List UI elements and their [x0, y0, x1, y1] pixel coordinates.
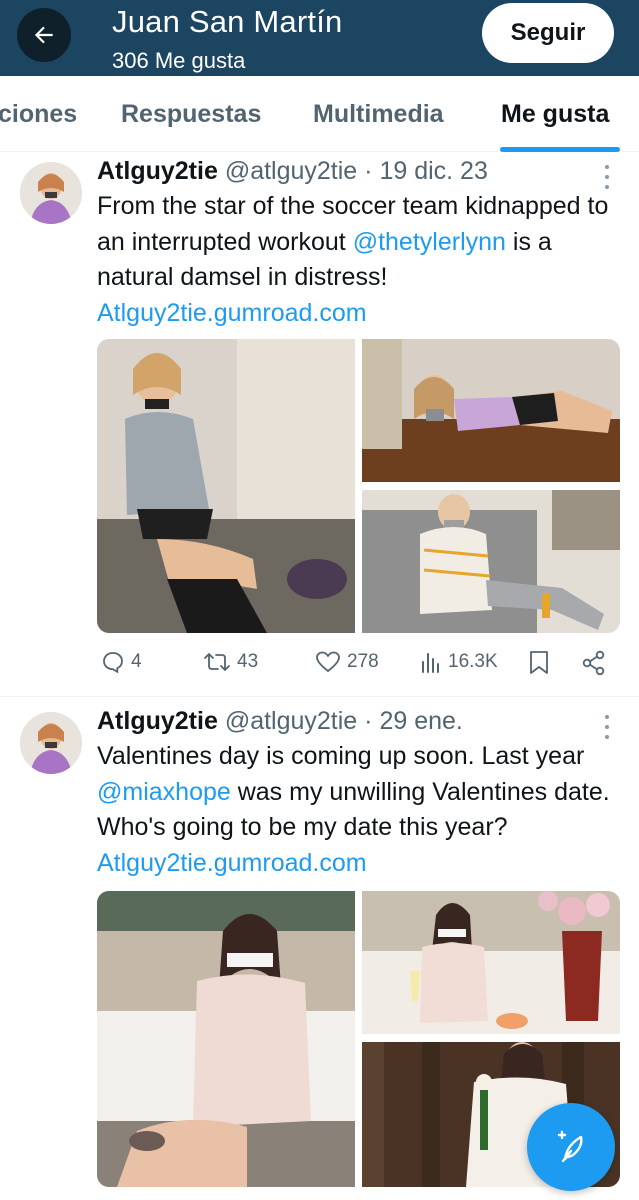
media-image[interactable] [362, 490, 620, 633]
views-icon [422, 653, 439, 673]
media-image[interactable] [362, 891, 620, 1034]
author-handle[interactable]: @atlguy2tie [225, 157, 357, 185]
follow-button[interactable]: Seguir [482, 3, 614, 63]
avatar[interactable] [20, 712, 82, 774]
meta-separator: · [357, 157, 380, 185]
bookmark-button[interactable] [528, 650, 550, 676]
compose-button[interactable] [527, 1103, 615, 1191]
author-name[interactable]: Atlguy2tie [97, 707, 218, 735]
like-button[interactable]: 278 [315, 650, 379, 674]
repost-button[interactable]: 43 [203, 650, 258, 674]
tweet-date[interactable]: 29 ene. [379, 707, 462, 735]
share-icon [582, 650, 605, 676]
reply-count: 4 [131, 651, 142, 672]
bookmark-icon [530, 651, 548, 674]
repost-count: 43 [237, 651, 259, 672]
arrow-left-icon [34, 26, 53, 44]
tweet-header: Atlguy2tie @atlguy2tie · 29 ene. [97, 707, 463, 736]
compose-icon [557, 1130, 583, 1163]
views-count: 16.3K [448, 651, 498, 672]
tweet-date[interactable]: 19 dic. 23 [379, 157, 487, 185]
tab-mentions[interactable]: ciones [0, 100, 77, 129]
tweet-actions: 4 43 278 16.3K [97, 650, 617, 680]
more-icon[interactable] [600, 715, 614, 739]
heart-icon [316, 651, 340, 673]
reply-icon [103, 652, 123, 674]
tweet-text: Valentines day is coming up soon. Last y… [97, 739, 617, 881]
avatar[interactable] [20, 162, 82, 224]
likes-count: 306 Me gusta [112, 48, 246, 73]
tab-media[interactable]: Multimedia [313, 100, 444, 129]
profile-name: Juan San Martín [112, 4, 343, 39]
tweet-header: Atlguy2tie @atlguy2tie · 19 dic. 23 [97, 157, 488, 186]
media-image[interactable] [97, 891, 355, 1187]
tweet[interactable]: Atlguy2tie @atlguy2tie · 19 dic. 23 From… [0, 152, 639, 696]
external-link[interactable]: Atlguy2tie.gumroad.com [97, 849, 367, 877]
external-link[interactable]: Atlguy2tie.gumroad.com [97, 299, 367, 327]
author-handle[interactable]: @atlguy2tie [225, 707, 357, 735]
tweet-text-part: Valentines day is coming up soon. Last y… [97, 742, 585, 770]
media-image[interactable] [362, 339, 620, 482]
profile-header: Juan San Martín 306 Me gusta Seguir [0, 0, 639, 76]
author-name[interactable]: Atlguy2tie [97, 157, 218, 185]
meta-separator: · [357, 707, 380, 735]
more-icon[interactable] [600, 165, 614, 189]
share-button[interactable] [581, 650, 607, 676]
profile-tabs: ciones Respuestas Multimedia Me gusta [0, 76, 639, 152]
mention-link[interactable]: @thetylerlynn [353, 228, 506, 256]
media-image[interactable] [97, 339, 355, 633]
tab-likes[interactable]: Me gusta [501, 100, 609, 129]
like-count: 278 [347, 651, 379, 672]
views-button[interactable]: 16.3K [420, 650, 498, 674]
reply-button[interactable]: 4 [101, 650, 142, 674]
back-button[interactable] [17, 8, 71, 62]
media-grid [97, 339, 620, 633]
repost-icon [204, 653, 230, 671]
tab-replies[interactable]: Respuestas [121, 100, 261, 129]
tweet-text: From the star of the soccer team kidnapp… [97, 189, 617, 331]
mention-link[interactable]: @miaxhope [97, 778, 231, 806]
